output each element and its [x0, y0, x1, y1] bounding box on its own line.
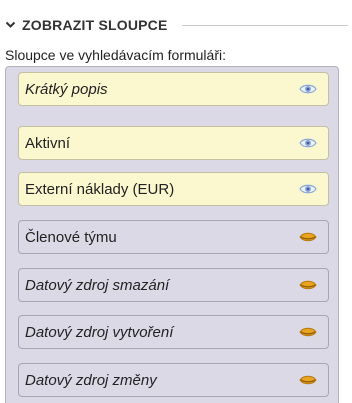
column-label: Externí náklady (EUR) — [25, 180, 175, 198]
column-item[interactable]: Aktivní — [18, 126, 329, 160]
column-label: Aktivní — [25, 134, 71, 152]
column-label: Krátký popis — [25, 80, 108, 98]
eye-closed-icon[interactable] — [298, 373, 318, 387]
divider — [181, 24, 348, 26]
eye-open-icon[interactable] — [298, 182, 318, 196]
column-item[interactable]: Datový zdroj změny — [18, 363, 329, 397]
columns-field-label: Sloupce ve vyhledávacím formuláři: — [5, 47, 226, 63]
section-header[interactable]: ZOBRAZIT SLOUPCE — [4, 15, 350, 35]
section-title: ZOBRAZIT SLOUPCE — [22, 17, 168, 33]
column-label: Datový zdroj změny — [25, 371, 157, 389]
column-item[interactable]: Členové týmu — [18, 220, 329, 254]
column-item[interactable]: Datový zdroj vytvoření — [18, 315, 329, 349]
column-label: Členové týmu — [25, 228, 117, 246]
eye-closed-icon[interactable] — [298, 230, 318, 244]
column-item[interactable]: Krátký popis — [18, 72, 329, 106]
chevron-down-icon[interactable] — [4, 19, 16, 31]
column-item[interactable]: Externí náklady (EUR) — [18, 172, 329, 206]
eye-closed-icon[interactable] — [298, 325, 318, 339]
eye-closed-icon[interactable] — [298, 278, 318, 292]
column-visibility-panel: ZOBRAZIT SLOUPCE Sloupce ve vyhledávacím… — [0, 0, 352, 403]
eye-open-icon[interactable] — [298, 82, 318, 96]
column-item[interactable]: Datový zdroj smazání — [18, 268, 329, 302]
column-label: Datový zdroj vytvoření — [25, 323, 174, 341]
eye-open-icon[interactable] — [298, 136, 318, 150]
column-label: Datový zdroj smazání — [25, 276, 170, 294]
columns-list: Krátký popis Aktivní Externí náklady (EU… — [5, 66, 339, 403]
